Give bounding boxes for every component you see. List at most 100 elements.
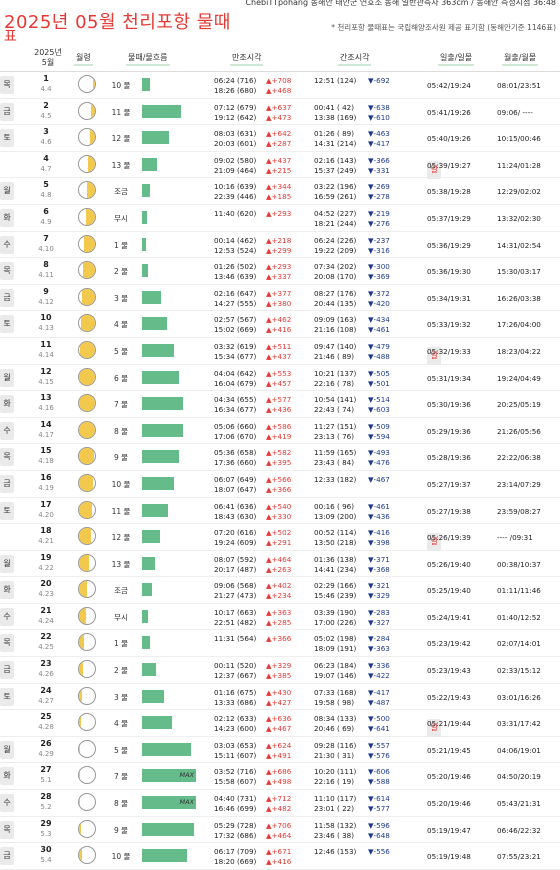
lunar-date: 4.22 [38,563,54,572]
low-tide-2: 21:16 (108) [314,325,357,335]
low-tide-2: 20:44 (135) [314,298,357,308]
tide-name: 5 물 [113,346,129,356]
tide-table: 2025년 5월 월령 물때/물흐름 만조시각 간조시각 일출/일몰 월출/월몰… [0,46,560,870]
lunar-date: 4.28 [38,723,54,732]
weekday-badge: 월 [0,368,14,387]
moon-phase-icon [78,766,96,785]
high-tide-1-diff: ▲+502 [266,528,292,538]
moonrise-moonset: 18:23/04:22 [497,346,541,356]
table-row: 화 27 5.1 7 물 MAX 03:52 (716) ▲+686 15:58 (607) ▲… [0,763,560,791]
moon-lit-portion [79,554,89,571]
moon-phase-icon [78,819,96,838]
high-tide-2: 19:24 (609) [214,538,257,548]
lunar-date: 4.15 [38,377,54,386]
high-tide-2: 15:11 (607) [214,750,257,760]
low-tide-2: 14:31 (214) [314,139,357,149]
high-tide-2-diff: ▲+215 [266,165,292,175]
weekday-badge: 수 [0,421,14,440]
lunar-date: 5.2 [40,803,52,812]
tide-name: 10 물 [111,479,131,489]
lunar-date: 5.3 [40,829,52,838]
moon-lit-portion [83,262,95,279]
moonrise-moonset: 02:07/14:01 [497,639,541,649]
moonrise-moonset: 23:59/08:27 [497,506,541,516]
solar-day: 25 [40,712,52,722]
moonrise-moonset: 11:24/01:28 [497,160,541,170]
low-tide-1-diff: ▼-416 [368,528,390,538]
high-tide-1-diff: ▲+712 [266,794,292,804]
page-title: 2025년 05월 천리포항 물때 [4,12,231,33]
sunrise-sunset: 05:27/19:38 [427,506,471,516]
high-tide-2-diff: ▲+263 [266,564,292,574]
tide-flow-bar: MAX [142,769,196,783]
lunar-date: 4.14 [38,350,54,359]
sunrise-sunset: 05:24/19:41 [427,612,471,622]
moonrise-moonset: 01:40/12:52 [497,612,541,622]
low-tide-2-diff: ▼-369 [368,272,390,282]
high-tide-2-diff: ▲+491 [266,750,292,760]
high-tide-2: 21:27 (473) [214,591,257,601]
weekday-badge: 화 [0,395,14,414]
weekday-badge: 토 [0,501,14,520]
high-tide-1: 04:40 (731) [214,794,257,804]
low-tide-2-diff: ▼-603 [368,405,390,415]
sunrise-sunset: 05:34/19:31 [427,293,471,303]
low-tide-2-diff: ▼-436 [368,511,390,521]
tide-flow-bar [142,104,181,118]
low-tide-1-diff: ▼-321 [368,581,390,591]
table-row: 목 22 4.25 1 물 11:31 (564) ▲+366 05:02 (198) ▼-2… [0,630,560,658]
moon-lit-portion [79,368,95,385]
low-tide-1: 08:34 (133) [314,714,357,724]
low-tide-1: 10:21 (137) [314,368,357,378]
moon-lit-portion [91,102,95,119]
low-tide-1: 01:26 ( 89) [314,129,355,139]
moon-lit-portion [81,288,95,305]
low-tide-1: 11:10 (117) [314,794,357,804]
moon-lit-portion [89,129,95,146]
top-info-line: ChebiTTpohang 동해안 태안군 연호소 동해 일반관측자 363cm… [245,0,556,7]
high-tide-2: 19:12 (642) [214,112,257,122]
low-tide-1-diff: ▼-372 [368,288,390,298]
low-tide-1: 06:24 (226) [314,235,357,245]
high-tide-1: 09:02 (580) [214,155,257,165]
moon-phase-icon [78,793,96,812]
sunrise-sunset: 05:23/19:43 [427,666,471,676]
tide-flow-bar [142,530,160,544]
weekday-badge: 목 [0,634,14,653]
high-tide-2-diff: ▲+234 [266,591,292,601]
high-tide-1: 10:16 (639) [214,182,257,192]
moon-phase-icon [78,314,96,333]
tide-flow-bar [142,583,152,597]
max-flow-label: MAX [179,771,194,780]
lunar-date: 4.27 [38,696,54,705]
low-tide-2-diff: ▼-648 [368,830,390,840]
high-tide-1: 02:12 (633) [214,714,257,724]
low-tide-2-diff: ▼-487 [368,697,390,707]
header-month: 5월 [41,58,55,67]
moon-lit-portion [79,395,95,412]
low-tide-2-diff: ▼-641 [368,724,390,734]
solar-day: 10 [40,313,52,323]
low-tide-2-diff: ▼-461 [368,325,390,335]
table-row: 수 28 5.2 8 물 MAX 04:40 (731) ▲+712 16:46 (699) ▲… [0,790,560,817]
sunrise-sunset: 05:27/19:37 [427,479,471,489]
moon-phase-icon [78,101,96,120]
sunrise-sunset: 05:32/19:33 [427,346,471,356]
high-tide-1: 00:11 (520) [214,661,257,671]
page-header: ChebiTTpohang 동해안 태안군 연호소 동해 일반관측자 363cm… [0,0,560,45]
table-row: 금 16 4.19 10 물 06:07 (649) ▲+566 18:07 (647) ▲+… [0,471,560,498]
low-tide-1-diff: ▼-300 [368,262,390,272]
high-tide-1-diff: ▲+708 [266,76,292,85]
low-tide-1: 09:28 (116) [314,740,357,750]
low-tide-1-diff: ▼-461 [368,501,390,511]
high-tide-2-diff: ▲+337 [266,272,292,282]
low-tide-1-diff: ▼-371 [368,554,390,564]
tide-name: 무시 [114,612,128,622]
moon-lit-portion [79,421,95,438]
moon-phase-icon [78,500,96,519]
low-tide-2-diff: ▼-363 [368,644,390,654]
high-tide-2-diff: ▲+291 [266,538,292,548]
sunrise-sunset: 05:36/19:29 [427,240,471,250]
high-tide-2-diff: ▲+330 [266,511,292,521]
high-tide-1-diff: ▲+377 [266,288,292,298]
